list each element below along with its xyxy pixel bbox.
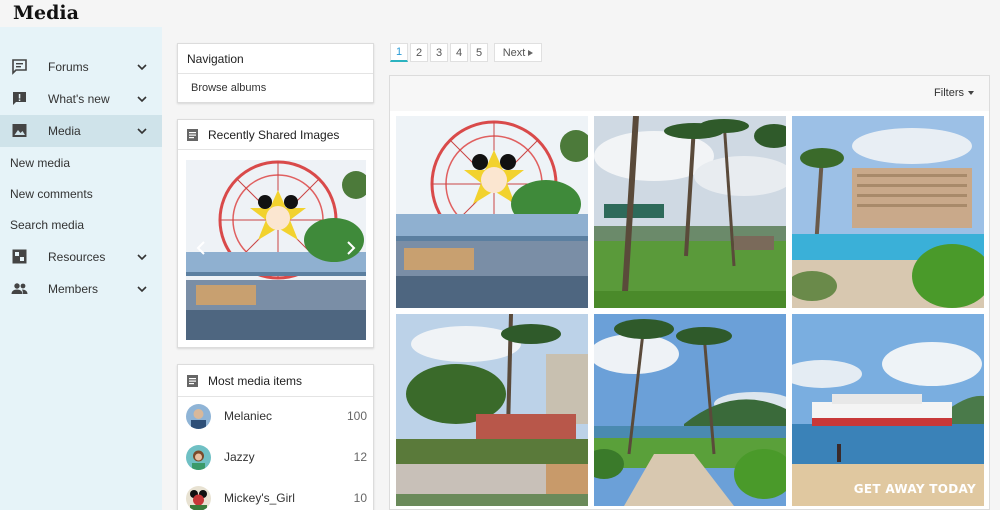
page-2-button[interactable]: 2: [410, 43, 428, 62]
resort-pool-thumbnail[interactable]: [792, 116, 984, 308]
chevron-down-icon[interactable]: [137, 253, 147, 261]
sidebar: Forums What's new Media New media New co…: [0, 27, 162, 510]
avatar[interactable]: [186, 445, 211, 470]
most-media-title: Most media items: [208, 373, 303, 388]
carousel-image[interactable]: [186, 160, 366, 340]
resources-icon: [12, 249, 27, 264]
media-icon: [12, 124, 27, 137]
carousel-next-icon[interactable]: [346, 240, 356, 256]
avatar[interactable]: [186, 404, 211, 429]
member-name[interactable]: Jazzy: [224, 450, 255, 464]
sidebar-item-label: Resources: [48, 250, 106, 264]
chevron-down-icon[interactable]: [137, 285, 147, 293]
beach-path-thumbnail[interactable]: [594, 314, 786, 506]
recent-images-header: Recently Shared Images: [178, 120, 373, 150]
sidebar-item-resources[interactable]: Resources: [0, 241, 162, 273]
sidebar-subitem-new-media[interactable]: New media: [10, 156, 70, 170]
sidebar-subitem-new-comments[interactable]: New comments: [10, 187, 93, 201]
sidebar-item-label: Forums: [48, 60, 89, 74]
forums-icon: [12, 59, 27, 75]
carousel-prev-icon[interactable]: [196, 240, 206, 256]
avatar[interactable]: [186, 486, 211, 510]
recent-images-widget: Recently Shared Images: [177, 119, 374, 348]
hotel-garden-thumbnail[interactable]: [396, 314, 588, 506]
sidebar-item-whats-new[interactable]: What's new: [0, 83, 162, 115]
page-title: Media: [13, 2, 79, 24]
thumbnail-caption: GET AWAY TODAY: [853, 482, 976, 496]
pagination: 1 2 3 4 5 Next: [390, 43, 542, 62]
next-label: Next: [502, 46, 526, 59]
chevron-down-icon[interactable]: [137, 63, 147, 71]
sidebar-item-label: Media: [48, 124, 81, 138]
most-media-widget: Most media items Melaniec 100 Jazzy 12 M…: [177, 364, 374, 510]
ferris-wheel-thumbnail[interactable]: [396, 116, 588, 308]
member-row[interactable]: Melaniec 100: [178, 397, 375, 437]
palm-trees-thumbnail[interactable]: [594, 116, 786, 308]
member-name[interactable]: Mickey's_Girl: [224, 491, 295, 505]
media-panel: Filters GET AWAY TODAY: [389, 75, 990, 510]
navigation-widget: Navigation Browse albums: [177, 43, 374, 103]
members-icon: [11, 283, 28, 294]
browse-albums-link[interactable]: Browse albums: [178, 74, 373, 102]
member-count: 100: [346, 409, 367, 423]
list-icon: [187, 128, 198, 141]
recent-images-title: Recently Shared Images: [208, 127, 340, 142]
member-row[interactable]: Jazzy 12: [178, 438, 375, 478]
chevron-down-icon[interactable]: [137, 127, 147, 135]
page-3-button[interactable]: 3: [430, 43, 448, 62]
most-media-header: Most media items: [178, 365, 373, 397]
member-name[interactable]: Melaniec: [224, 409, 272, 423]
list-icon: [187, 374, 198, 387]
caret-down-icon: [968, 91, 974, 95]
navigation-widget-title: Navigation: [178, 44, 373, 74]
filters-button[interactable]: Filters: [934, 87, 974, 99]
chevron-down-icon[interactable]: [137, 95, 147, 103]
cruise-ship-thumbnail[interactable]: GET AWAY TODAY: [792, 314, 984, 506]
page-4-button[interactable]: 4: [450, 43, 468, 62]
page-5-button[interactable]: 5: [470, 43, 488, 62]
whats-new-icon: [13, 92, 26, 105]
next-page-button[interactable]: Next: [494, 43, 542, 62]
sidebar-item-label: What's new: [48, 92, 110, 106]
sidebar-subitem-search-media[interactable]: Search media: [10, 218, 84, 232]
member-count: 10: [353, 491, 367, 505]
sidebar-item-media[interactable]: Media: [0, 115, 162, 147]
sidebar-item-label: Members: [48, 282, 99, 296]
member-count: 12: [353, 450, 367, 464]
filters-label: Filters: [934, 87, 964, 99]
caret-right-icon: [528, 49, 534, 56]
member-row[interactable]: Mickey's_Girl 10: [178, 479, 375, 510]
sidebar-item-forums[interactable]: Forums: [0, 51, 162, 83]
page-1-button[interactable]: 1: [390, 43, 408, 62]
sidebar-item-members[interactable]: Members: [0, 273, 162, 305]
media-toolbar: Filters: [390, 76, 989, 111]
